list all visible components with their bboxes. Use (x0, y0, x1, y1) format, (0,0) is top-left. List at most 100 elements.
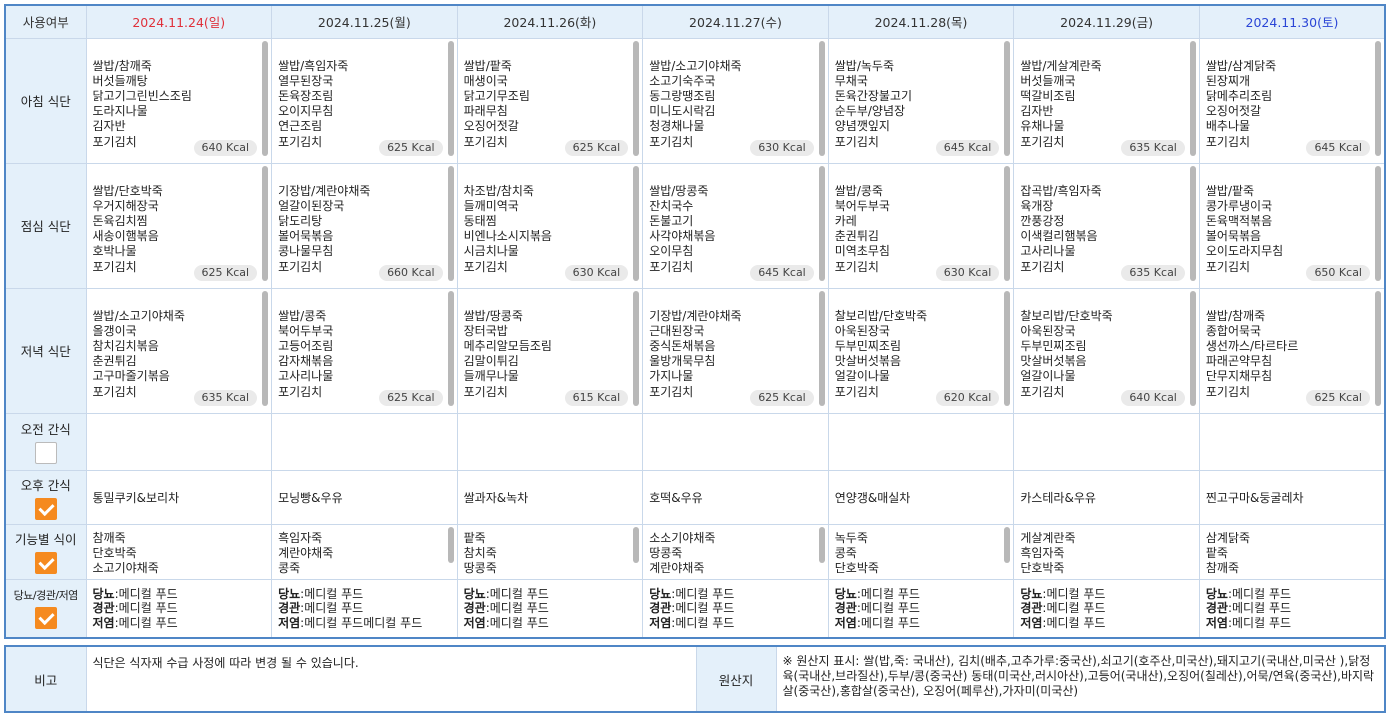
scrollbar[interactable] (633, 40, 640, 156)
scrollbar[interactable] (818, 526, 825, 563)
diet-cell: 당뇨:메디컬 푸드 경관:메디컬 푸드 저염:메디컬 푸드 (642, 578, 829, 639)
scrollbar[interactable] (1004, 290, 1011, 406)
menu-item: 새송이햄볶음 (92, 229, 159, 244)
scrollbar[interactable] (1189, 40, 1196, 156)
menu-item: 쌀밥/녹두죽 (834, 58, 894, 73)
am-snack-cell (456, 412, 644, 471)
menu-item: 버섯들깨국 (1020, 73, 1076, 88)
am-snack-checkbox[interactable] (34, 442, 57, 464)
pm-snack-row: 오후 간식 통밀쿠키&보리차 모닝빵&우유 쌀과자&녹차 호떡&우유 연양갱&매실차 카스… (4, 469, 1386, 525)
scrollbar[interactable] (633, 290, 640, 406)
kcal-badge: 625 Kcal (564, 139, 629, 156)
functional-items: 참깨죽 단호박죽 소고기야채죽 (93, 531, 159, 576)
diet-type: 경관 (463, 601, 486, 615)
functional-item: 소고기야채죽 (92, 560, 159, 575)
menu-item: 포기김치 (463, 384, 508, 399)
meal-cell: 기장밥/계란야채죽 얼갈이된장국 닭도리탕 볼어묵볶음 콩나물무침 포기김치 660 Kca… (271, 162, 458, 289)
scrollbar[interactable] (1375, 165, 1381, 281)
scrollbar[interactable] (1375, 40, 1381, 156)
diet-checkbox[interactable] (34, 607, 57, 630)
functional-item: 단호박죽 (92, 545, 137, 560)
scrollbar[interactable] (633, 165, 640, 281)
functional-item: 계란야채죽 (649, 560, 705, 575)
menu-item: 장터국밥 (463, 323, 508, 338)
diet-line: 경관:메디컬 푸드 (835, 601, 1014, 616)
scrollbar[interactable] (1004, 40, 1011, 156)
diet-line: 저염:메디컬 푸드 (1206, 616, 1384, 631)
scrollbar[interactable] (1004, 526, 1011, 563)
scrollbar[interactable] (1189, 165, 1196, 281)
diet-type: 저염 (1020, 615, 1043, 630)
menu-item: 북어두부국 (278, 323, 334, 338)
diet-value: 메디컬 푸드 (675, 615, 735, 630)
diet-line: 당뇨:메디컬 푸드 (649, 587, 828, 602)
menu-item: 포기김치 (649, 384, 694, 399)
scrollbar[interactable] (262, 40, 269, 156)
am-snack-cell (85, 412, 273, 471)
am-snack-label-cell: 오전 간식 (4, 412, 87, 471)
pm-snack-cell: 연양갱&매실차 (827, 469, 1015, 525)
scrollbar[interactable] (262, 290, 269, 406)
menu-item: 포기김치 (1205, 259, 1251, 274)
functional-item: 흑임자죽 (278, 530, 323, 545)
diet-cell: 당뇨:메디컬 푸드 경관:메디컬 푸드 저염:메디컬 푸드 (1013, 578, 1200, 639)
scrollbar[interactable] (447, 290, 454, 406)
scrollbar[interactable] (262, 165, 269, 281)
functional-checkbox[interactable] (34, 552, 57, 574)
kcal-badge: 645 Kcal (750, 264, 814, 281)
note-text: 식단은 식자재 수급 사정에 따라 변경 될 수 있습니다. (85, 645, 697, 713)
scrollbar[interactable] (447, 165, 454, 281)
diet-value: 메디컬 푸드 (1232, 586, 1292, 601)
scrollbar[interactable] (1375, 290, 1381, 406)
diet-value: 메디컬 푸드 (304, 586, 364, 601)
menu-item: 메추리알모듬조림 (463, 338, 552, 353)
scrollbar[interactable] (818, 40, 825, 156)
functional-cell: 게살계란죽 흑임자죽 단호박죽 (1013, 523, 1200, 580)
menu-item: 근대된장국 (649, 323, 705, 338)
day-header: 2024.11.25(월) (271, 4, 458, 39)
menu-item: 춘권튀김 (834, 229, 879, 244)
menu-item: 가지나물 (649, 369, 694, 384)
diet-value: 메디컬 푸드 (118, 601, 178, 615)
kcal-badge: 625 Kcal (750, 389, 814, 406)
scrollbar[interactable] (818, 290, 825, 406)
kcal-badge: 645 Kcal (1306, 139, 1370, 156)
menu-item: 포기김치 (1020, 384, 1065, 399)
menu-item: 포기김치 (463, 134, 508, 149)
menu-item: 포기김치 (649, 259, 694, 274)
functional-items: 소소기야채죽 땅콩죽 계란야채죽 (649, 531, 715, 576)
meal-items: 쌀밥/흑임자죽 열무된장국 돈육장조림 오이지무침 연근조림 포기김치 (278, 59, 348, 150)
menu-item: 쌀밥/콩죽 (278, 308, 327, 323)
scrollbar[interactable] (447, 40, 454, 156)
meal-items: 쌀밥/단호박죽 우거지해장국 돈육김치찜 새송이햄볶음 호박나물 포기김치 (93, 184, 163, 275)
kcal-badge: 625 Kcal (379, 139, 443, 156)
menu-item: 쌀밥/단호박죽 (92, 183, 163, 198)
meal-cell: 기장밥/계란야채죽 근대된장국 중식돈채볶음 울방개묵무침 가지나물 포기김치 625 Kc… (642, 287, 829, 414)
scrollbar[interactable] (1189, 290, 1196, 406)
kcal-badge: 660 Kcal (379, 264, 443, 281)
menu-item: 들깨미역국 (463, 198, 519, 213)
diet-line: 당뇨:메디컬 푸드 (464, 587, 643, 602)
diet-value: 메디컬 푸드 (860, 586, 920, 601)
diet-line: 당뇨:메디컬 푸드 (93, 587, 272, 602)
kcal-badge: 635 Kcal (1121, 139, 1185, 156)
menu-item: 포기김치 (278, 134, 323, 149)
menu-item: 포기김치 (1020, 134, 1065, 149)
scrollbar[interactable] (447, 526, 454, 563)
pm-snack-checkbox[interactable] (34, 497, 57, 520)
meal-cell: 쌀밥/흑임자죽 열무된장국 돈육장조림 오이지무침 연근조림 포기김치 625 Kcal (271, 37, 458, 164)
menu-item: 미역초무침 (834, 244, 890, 259)
menu-item: 육개장 (1020, 198, 1054, 213)
menu-item: 된장찌개 (1205, 73, 1251, 88)
scrollbar[interactable] (1004, 165, 1011, 281)
am-snack-cell (1198, 412, 1386, 471)
diet-type: 저염 (649, 615, 672, 630)
meal-items: 쌀밥/팥죽 콩가루냉이국 돈육맥적볶음 볼어묵볶음 오이도라지무침 포기김치 (1206, 184, 1283, 275)
diet-type: 당뇨 (463, 586, 486, 601)
menu-item: 이색컬리햄볶음 (1020, 229, 1098, 244)
scrollbar[interactable] (633, 526, 640, 563)
meal-items: 쌀밥/땅콩죽 잔치국수 돈불고기 사각야채볶음 오이무침 포기김치 (649, 184, 715, 275)
menu-item: 찰보리밥/단호박죽 (1020, 308, 1113, 323)
menu-item: 동그랑땡조림 (649, 88, 716, 103)
scrollbar[interactable] (818, 165, 825, 281)
